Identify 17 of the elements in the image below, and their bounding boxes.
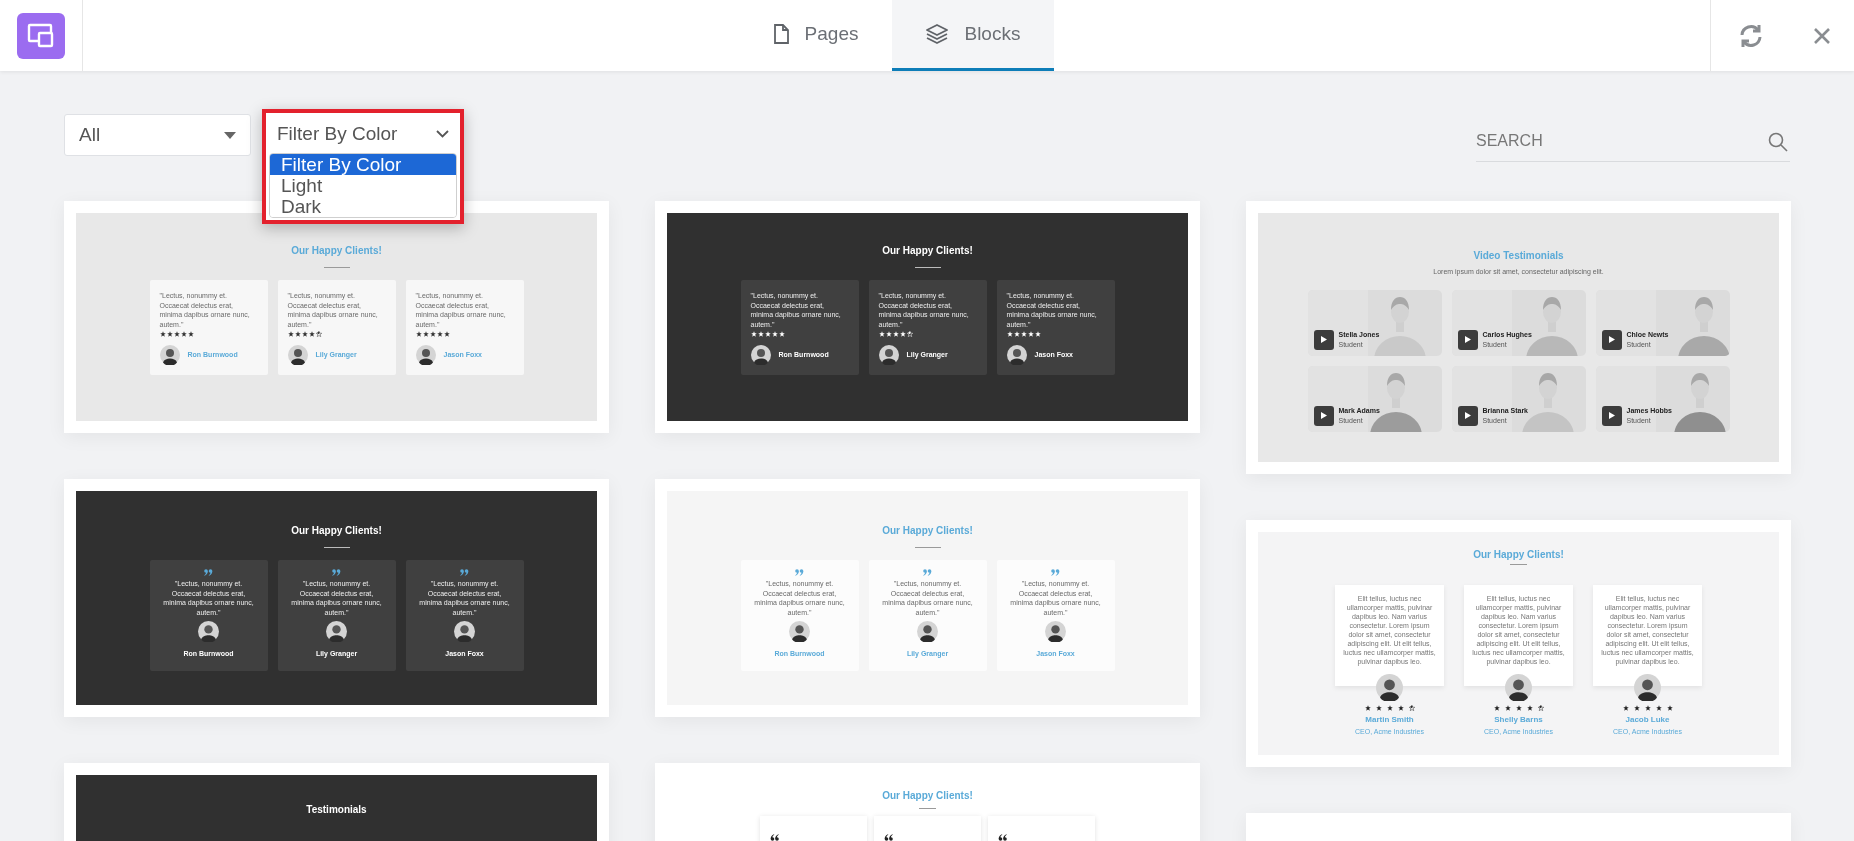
client-name: Martin Smith: [1365, 713, 1414, 726]
tab[interactable]: Pages: [738, 0, 893, 71]
block-title: Testimonials: [305, 802, 368, 816]
block-title: Our Happy Clients!: [881, 788, 974, 802]
block-title: Our Happy Clients!: [1472, 547, 1565, 561]
block-title: Our Happy Clients!: [881, 244, 974, 257]
category-select[interactable]: All: [64, 114, 251, 156]
client-name: Shelly Barns: [1494, 713, 1543, 726]
client-name: Jacob Luke: [1625, 713, 1670, 726]
block-title: Video Testimonials: [1472, 249, 1565, 262]
block-card[interactable]: Testimonials: [64, 762, 609, 841]
dropdown-option[interactable]: Filter By Color: [270, 154, 456, 175]
tab[interactable]: Blocks: [892, 0, 1055, 71]
block-title: Our Happy Clients!: [290, 524, 383, 537]
block-title: Our Happy Clients!: [290, 244, 383, 257]
search-field[interactable]: SEARCH: [1476, 120, 1790, 162]
block-title: Our Happy Clients!: [881, 524, 974, 537]
